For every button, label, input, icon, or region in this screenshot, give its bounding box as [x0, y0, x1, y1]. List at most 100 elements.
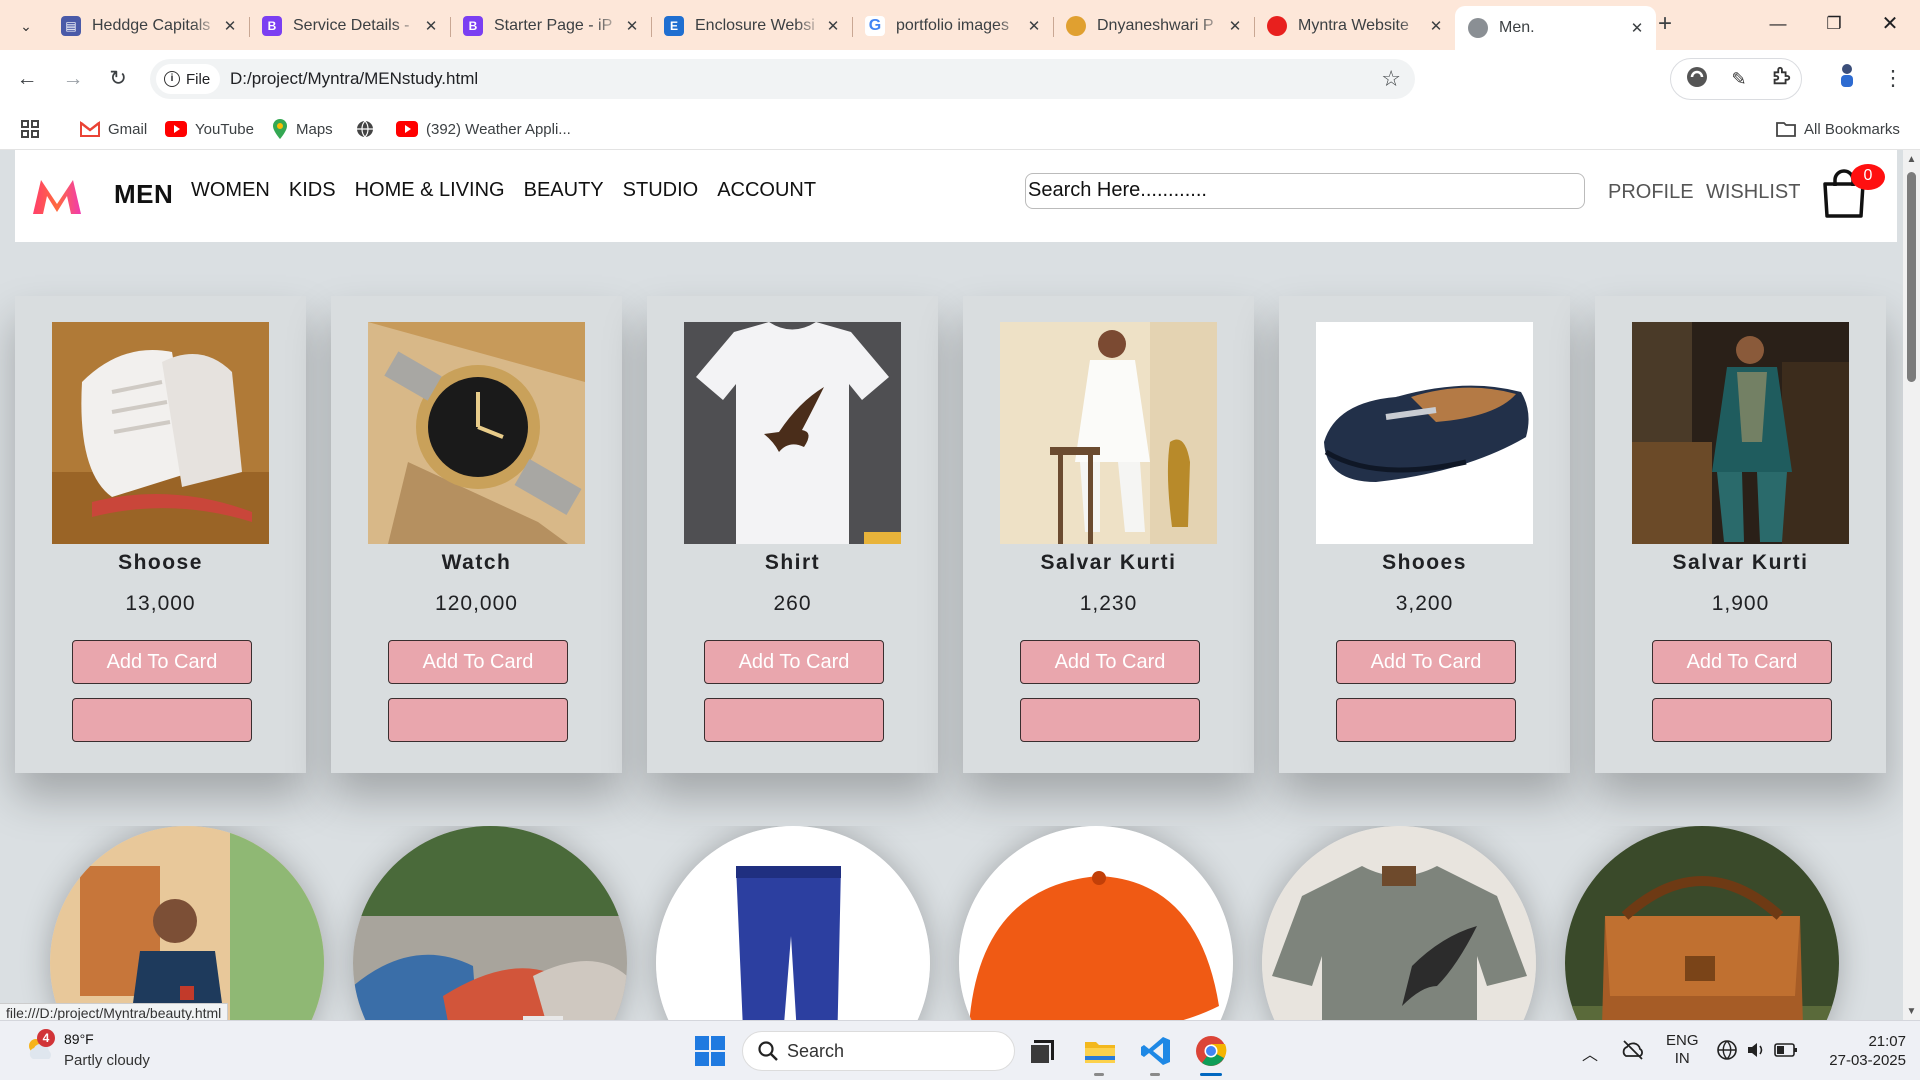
extensions-puzzle-icon[interactable]: [1767, 65, 1795, 93]
bookmark-star-icon[interactable]: ☆: [1381, 66, 1401, 92]
volume-icon[interactable]: [1745, 1039, 1767, 1061]
close-icon[interactable]: ✕: [1025, 17, 1043, 35]
blue-trousers-circle-image[interactable]: [656, 826, 930, 1020]
close-icon[interactable]: ✕: [824, 17, 842, 35]
site-search-input[interactable]: Search Here............: [1025, 173, 1585, 209]
system-clock[interactable]: 21:07 27-03-2025: [1814, 1032, 1906, 1070]
blue-red-loafers-circle-image[interactable]: [353, 826, 627, 1020]
nav-home-living[interactable]: HOME & LIVING: [355, 179, 505, 202]
site-header: MEN WOMEN KIDS HOME & LIVING BEAUTY STUD…: [15, 150, 1897, 242]
restore-icon[interactable]: ❐: [1806, 0, 1862, 50]
secondary-action-button[interactable]: [704, 698, 884, 742]
windows-start-icon[interactable]: [693, 1034, 727, 1068]
teal-kurta-image[interactable]: [1632, 322, 1849, 544]
tab-service-details[interactable]: B Service Details - ✕: [249, 6, 450, 46]
bookmark-youtube[interactable]: YouTube: [165, 108, 254, 150]
onedrive-offline-icon[interactable]: [1620, 1037, 1646, 1063]
close-icon[interactable]: ✕: [1226, 17, 1244, 35]
tab-myntra-website[interactable]: Myntra Website ✕: [1254, 6, 1455, 46]
gold-watch-image[interactable]: [368, 322, 585, 544]
region-code: IN: [1674, 1050, 1690, 1067]
language-indicator[interactable]: ENG IN: [1666, 1032, 1699, 1068]
bookmark-gmail[interactable]: Gmail: [80, 108, 147, 150]
grey-tshirt-circle-image[interactable]: [1262, 826, 1536, 1020]
back-arrow-icon[interactable]: ←: [12, 64, 42, 94]
secondary-action-button[interactable]: [1652, 698, 1832, 742]
browser-menu-icon[interactable]: ⋮: [1878, 64, 1908, 94]
add-to-cart-button[interactable]: Add To Card: [72, 640, 252, 684]
weather-description[interactable]: Partly cloudy: [64, 1052, 150, 1069]
task-view-icon[interactable]: [1026, 1034, 1060, 1068]
secondary-action-button[interactable]: [72, 698, 252, 742]
bookmark-maps[interactable]: Maps: [272, 108, 333, 150]
page-scrollbar[interactable]: ▲ ▼: [1903, 150, 1920, 1020]
shield-extension-icon[interactable]: [1683, 65, 1711, 93]
add-to-cart-button[interactable]: Add To Card: [1652, 640, 1832, 684]
white-tshirt-image[interactable]: [684, 322, 901, 544]
secondary-action-button[interactable]: [1020, 698, 1200, 742]
add-to-cart-button[interactable]: Add To Card: [1020, 640, 1200, 684]
address-bar[interactable]: i File D:/project/Myntra/MENstudy.html ☆: [150, 59, 1415, 99]
tab-enclosure-website[interactable]: E Enclosure Websi ✕: [651, 6, 852, 46]
nav-beauty[interactable]: BEAUTY: [524, 179, 604, 202]
vscode-icon[interactable]: [1139, 1034, 1173, 1068]
tab-title: Dnyaneshwari P: [1097, 17, 1214, 34]
navy-loafer-image[interactable]: [1316, 322, 1533, 544]
taskbar-search-box[interactable]: Search: [742, 1031, 1015, 1071]
tab-dnyaneshwari[interactable]: Dnyaneshwari P ✕: [1053, 6, 1254, 46]
myntra-logo-icon[interactable]: [31, 176, 83, 216]
nav-kids[interactable]: KIDS: [289, 179, 336, 202]
nav-account[interactable]: ACCOUNT: [717, 179, 816, 202]
tab-strip: ▤ Heddge Capitals ✕ B Service Details - …: [48, 6, 1656, 50]
product-name: Watch: [441, 551, 512, 574]
forward-arrow-icon[interactable]: →: [58, 64, 88, 94]
orange-cap-circle-image[interactable]: [959, 826, 1233, 1020]
leather-bag-circle-image[interactable]: [1565, 826, 1839, 1020]
add-to-cart-button[interactable]: Add To Card: [704, 640, 884, 684]
scroll-up-arrow-icon[interactable]: ▲: [1906, 154, 1917, 165]
close-icon[interactable]: ✕: [623, 17, 641, 35]
add-to-cart-button[interactable]: Add To Card: [388, 640, 568, 684]
apps-grid-icon[interactable]: [20, 108, 40, 150]
show-hidden-icons-chevron-icon[interactable]: ︿: [1582, 1041, 1598, 1065]
tab-portfolio-images[interactable]: G portfolio images ✕: [852, 6, 1053, 46]
site-info-chip[interactable]: i File: [156, 64, 220, 94]
window-close-icon[interactable]: ✕: [1862, 0, 1918, 50]
man-ethnic-wear-circle-image[interactable]: [50, 826, 324, 1020]
close-icon[interactable]: ✕: [1628, 19, 1646, 37]
add-to-cart-button[interactable]: Add To Card: [1336, 640, 1516, 684]
tab-search-chevron-icon[interactable]: ⌄: [14, 14, 38, 38]
eyedropper-icon[interactable]: ✎: [1725, 65, 1753, 93]
profile-link[interactable]: PROFILE: [1608, 181, 1694, 204]
white-sneakers-image[interactable]: [52, 322, 269, 544]
new-tab-plus-icon[interactable]: +: [1650, 10, 1680, 40]
nav-women[interactable]: WOMEN: [191, 179, 270, 202]
all-bookmarks[interactable]: All Bookmarks: [1776, 108, 1900, 150]
tab-heddge-capitals[interactable]: ▤ Heddge Capitals ✕: [48, 6, 249, 46]
wishlist-link[interactable]: WISHLIST: [1706, 181, 1800, 204]
nav-studio[interactable]: STUDIO: [623, 179, 699, 202]
profile-avatar-icon[interactable]: [1832, 62, 1862, 92]
brand-title[interactable]: MEN: [114, 179, 173, 210]
chrome-icon[interactable]: [1194, 1034, 1228, 1068]
secondary-action-button[interactable]: [388, 698, 568, 742]
scroll-down-arrow-icon[interactable]: ▼: [1906, 1006, 1917, 1017]
bookmark-label: Gmail: [108, 120, 148, 138]
bookmark-weather-app[interactable]: (392) Weather Appli...: [396, 108, 571, 150]
close-icon[interactable]: ✕: [221, 17, 239, 35]
file-explorer-icon[interactable]: [1083, 1034, 1117, 1068]
scroll-thumb[interactable]: [1907, 172, 1916, 382]
reload-icon[interactable]: ↻: [103, 64, 133, 94]
tab-starter-page[interactable]: B Starter Page - iP ✕: [450, 6, 651, 46]
bookmark-globe[interactable]: [356, 108, 374, 150]
weather-temperature[interactable]: 89°F: [64, 1031, 94, 1047]
secondary-action-button[interactable]: [1336, 698, 1516, 742]
minimize-icon[interactable]: —: [1750, 0, 1806, 50]
network-globe-icon[interactable]: [1716, 1039, 1738, 1061]
tab-men-active[interactable]: Men. ✕: [1455, 6, 1656, 50]
url-text[interactable]: D:/project/Myntra/MENstudy.html: [230, 69, 478, 89]
close-icon[interactable]: ✕: [422, 17, 440, 35]
close-icon[interactable]: ✕: [1427, 17, 1445, 35]
battery-icon[interactable]: [1774, 1040, 1798, 1060]
white-kurta-image[interactable]: [1000, 322, 1217, 544]
